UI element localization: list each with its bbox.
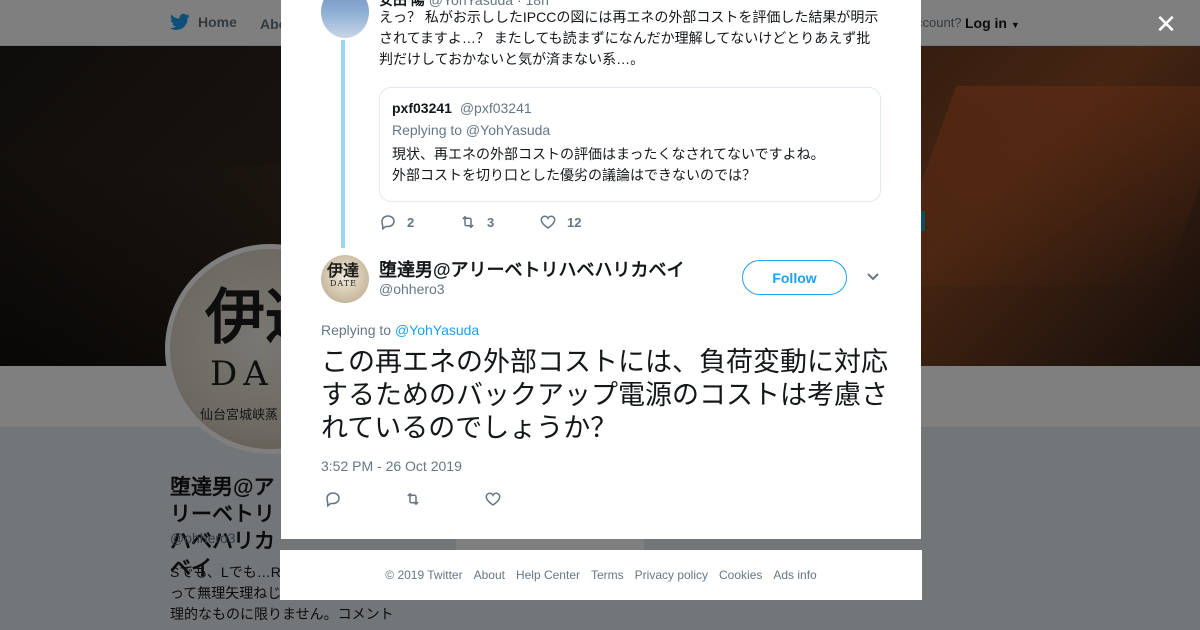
previous-tweet-avatar[interactable] <box>321 0 369 38</box>
tweet-timestamp[interactable]: 3:52 PM - 26 Oct 2019 <box>321 458 462 474</box>
replying-to-link[interactable]: @YohYasuda <box>395 322 479 338</box>
quoted-tweet-line-1: 現状、再エネの外部コストの評価はまったくなされてないですよね。 <box>392 146 825 162</box>
previous-tweet-text: えっ？ 私がお示ししたIPCCの図には再エネの外部コストを評価した結果が明示され… <box>379 9 879 67</box>
tweet-permalink-modal: 安田 陽 @YohYasuda · 18h えっ？ 私がお示ししたIPCCの図に… <box>281 0 921 539</box>
like-count: 12 <box>567 214 582 230</box>
footer-ads-info-link[interactable]: Ads info <box>773 568 816 582</box>
footer-cookies-link[interactable]: Cookies <box>719 568 762 582</box>
quoted-tweet-line-2: 外部コストを切り口とした優劣の議論はできないのでは？ <box>392 167 756 183</box>
thread-connector-line <box>341 40 345 248</box>
author-avatar-glyphs: 伊達 <box>327 261 360 280</box>
quoted-tweet-replying-to: Replying to @YohYasuda <box>392 122 551 138</box>
chevron-down-icon[interactable] <box>866 269 880 283</box>
like-button[interactable]: 12 <box>539 213 619 231</box>
quoted-tweet-card[interactable]: pxf03241 @pxf03241 Replying to @YohYasud… <box>379 87 881 202</box>
retweet-icon <box>462 215 474 229</box>
author-avatar[interactable]: 伊達 DATE <box>321 255 369 303</box>
follow-button[interactable]: Follow <box>742 260 847 295</box>
reply-icon <box>381 215 395 231</box>
footer-help-center-link[interactable]: Help Center <box>516 568 580 582</box>
quoted-tweet-header: pxf03241 @pxf03241 <box>392 100 868 116</box>
main-like-button[interactable] <box>484 490 564 513</box>
quoted-tweet-name: pxf03241 <box>392 100 452 116</box>
author-name[interactable]: 堕達男@アリーベトリハベハリカベイ <box>379 256 689 282</box>
reply-count: 2 <box>407 214 415 230</box>
replying-to-prefix: Replying to <box>321 322 392 338</box>
retweet-icon <box>407 492 419 506</box>
footer-terms-link[interactable]: Terms <box>591 568 624 582</box>
author-handle[interactable]: @ohhero3 <box>379 281 445 297</box>
reply-icon <box>326 492 340 508</box>
copyright-text: © 2019 Twitter <box>385 568 463 582</box>
replying-to-line: Replying to @YohYasuda <box>321 322 479 338</box>
main-retweet-button[interactable] <box>404 490 484 513</box>
tweet-actions <box>324 490 564 513</box>
retweet-button[interactable]: 3 <box>459 213 539 231</box>
footer-about-link[interactable]: About <box>474 568 505 582</box>
heart-icon <box>485 492 501 506</box>
quoted-tweet-text: 現状、再エネの外部コストの評価はまったくなされてないですよね。 外部コストを切り… <box>392 144 868 186</box>
tweet-text: この再エネの外部コストには、負荷変動に対応するためのバックアップ電源のコストは考… <box>321 347 888 443</box>
close-icon[interactable]: ✕ <box>1154 11 1178 37</box>
heart-icon <box>540 215 556 229</box>
author-avatar-mark: DATE <box>330 279 357 288</box>
reply-button[interactable]: 2 <box>379 213 459 231</box>
previous-tweet-actions: 2 3 12 <box>379 213 619 231</box>
modal-footer: © 2019 Twitter About Help Center Terms P… <box>280 550 922 600</box>
footer-privacy-link[interactable]: Privacy policy <box>635 568 708 582</box>
main-reply-button[interactable] <box>324 490 404 513</box>
retweet-count: 3 <box>487 214 495 230</box>
quoted-tweet-handle: @pxf03241 <box>459 100 532 116</box>
